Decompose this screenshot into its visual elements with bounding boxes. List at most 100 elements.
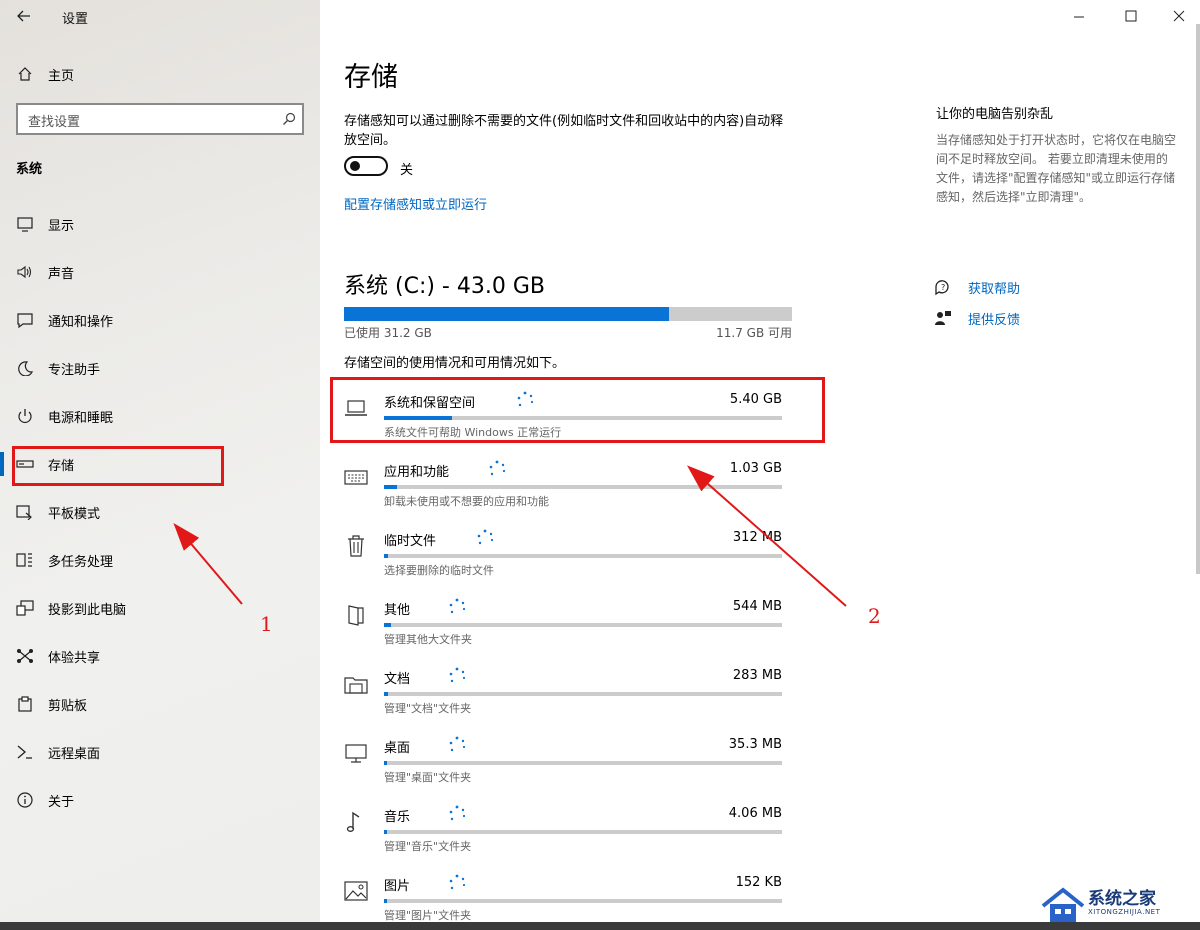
search-input[interactable]: 查找设置 xyxy=(16,103,304,135)
share-icon xyxy=(17,649,33,663)
sidebar-item-display[interactable]: 显示 xyxy=(0,204,320,244)
maximize-button[interactable] xyxy=(1118,4,1144,28)
category-usage-bar xyxy=(384,830,782,834)
drive-usage-fill xyxy=(344,307,670,321)
keyboard-icon xyxy=(344,470,368,485)
category-name: 临时文件 xyxy=(384,534,437,549)
close-icon xyxy=(1173,10,1185,22)
configure-storage-sense-link[interactable]: 配置存储感知或立即运行 xyxy=(344,194,487,213)
sidebar-item-sound[interactable]: 声音 xyxy=(0,252,320,292)
storage-category-trash[interactable]: 临时文件 312 MB 选择要删除的临时文件 xyxy=(340,518,790,587)
category-name: 图片 xyxy=(384,879,411,894)
sidebar-item-label: 电源和睡眠 xyxy=(48,411,114,426)
scrollbar[interactable] xyxy=(1196,24,1200,574)
sidebar-item-label: 远程桌面 xyxy=(48,747,101,762)
maximize-icon xyxy=(1125,10,1137,22)
other-icon xyxy=(348,605,364,626)
category-usage-bar xyxy=(384,554,782,558)
sidebar-item-notification[interactable]: 通知和操作 xyxy=(0,300,320,340)
watermark-main-text: 系统之家 xyxy=(1088,889,1156,909)
sidebar-item-power[interactable]: 电源和睡眠 xyxy=(0,396,320,436)
category-name: 应用和功能 xyxy=(384,465,450,480)
category-size: 283 MB xyxy=(732,668,782,683)
storage-category-keyboard[interactable]: 应用和功能 1.03 GB 卸载未使用或不想要的应用和功能 xyxy=(340,449,790,518)
music-icon xyxy=(346,811,360,832)
category-usage-fill xyxy=(384,692,388,696)
storage-category-documents[interactable]: 文档 283 MB 管理"文档"文件夹 xyxy=(340,656,790,725)
annotation-box-system-category xyxy=(330,377,825,443)
storage-category-music[interactable]: 音乐 4.06 MB 管理"音乐"文件夹 xyxy=(340,794,790,863)
storage-category-other[interactable]: 其他 544 MB 管理其他大文件夹 xyxy=(340,587,790,656)
page-title: 存储 xyxy=(344,62,398,93)
sidebar-item-multitask[interactable]: 多任务处理 xyxy=(0,540,320,580)
category-usage-fill xyxy=(384,830,387,834)
tablet-icon xyxy=(16,505,32,520)
category-description: 管理"文档"文件夹 xyxy=(384,702,472,715)
category-description: 管理"音乐"文件夹 xyxy=(384,840,472,853)
minimize-button[interactable] xyxy=(1066,4,1092,28)
section-title: 系统 xyxy=(16,162,43,177)
app-title: 设置 xyxy=(62,12,89,27)
sidebar-item-label: 显示 xyxy=(48,219,75,234)
category-usage-fill xyxy=(384,623,391,627)
category-size: 4.06 MB xyxy=(728,806,782,821)
feedback-person-icon xyxy=(935,311,951,325)
sidebar-item-moon[interactable]: 专注助手 xyxy=(0,348,320,388)
storage-category-picture[interactable]: 图片 152 KB 管理"图片"文件夹 xyxy=(340,863,790,930)
annotation-label-1: 1 xyxy=(260,612,273,636)
category-usage-fill xyxy=(384,554,388,558)
sidebar-item-label: 关于 xyxy=(48,795,75,810)
sidebar-item-label: 体验共享 xyxy=(48,651,101,666)
category-size: 312 MB xyxy=(732,530,782,545)
info-icon xyxy=(17,792,33,808)
drive-title: 系统 (C:) - 43.0 GB xyxy=(344,274,545,299)
clipboard-icon xyxy=(18,696,32,712)
sidebar-item-label: 多任务处理 xyxy=(48,555,114,570)
loading-spinner-icon xyxy=(449,805,466,821)
taskbar-strip xyxy=(0,922,1200,930)
category-usage-bar xyxy=(384,899,782,903)
back-button[interactable] xyxy=(12,4,36,28)
sidebar-item-info[interactable]: 关于 xyxy=(0,780,320,820)
moon-icon xyxy=(18,361,34,376)
help-chat-icon: ? xyxy=(935,280,949,296)
sidebar-item-remote[interactable]: 远程桌面 xyxy=(0,732,320,772)
category-size: 1.03 GB xyxy=(729,461,782,476)
arrow-left-icon xyxy=(17,10,30,22)
active-indicator xyxy=(0,452,4,476)
sidebar-item-label: 通知和操作 xyxy=(48,315,114,330)
category-description: 卸载未使用或不想要的应用和功能 xyxy=(384,495,549,508)
sidebar-item-home[interactable]: 主页 xyxy=(0,58,320,90)
documents-icon xyxy=(344,677,368,694)
desktop-icon xyxy=(345,744,367,763)
category-usage-bar xyxy=(384,692,782,696)
sidebar-item-tablet[interactable]: 平板模式 xyxy=(0,492,320,532)
category-name: 文档 xyxy=(384,672,411,687)
category-usage-fill xyxy=(384,761,387,765)
storage-sense-description: 存储感知可以通过删除不需要的文件(例如临时文件和回收站中的内容)自动释放空间。 xyxy=(344,114,784,148)
sidebar-item-label: 投影到此电脑 xyxy=(48,603,127,618)
loading-spinner-icon xyxy=(477,529,494,545)
main-content: 存储 存储感知可以通过删除不需要的文件(例如临时文件和回收站中的内容)自动释放空… xyxy=(320,0,1200,930)
category-description: 管理"桌面"文件夹 xyxy=(384,771,472,784)
close-button[interactable] xyxy=(1166,4,1192,28)
storage-sense-toggle[interactable] xyxy=(344,156,388,176)
sidebar-item-label: 专注助手 xyxy=(48,363,101,378)
sidebar-item-label: 声音 xyxy=(48,267,75,282)
trash-icon xyxy=(348,535,364,557)
get-help-label: 获取帮助 xyxy=(968,282,1021,297)
loading-spinner-icon xyxy=(449,598,466,614)
sidebar-item-label: 平板模式 xyxy=(48,507,101,522)
sidebar-item-share[interactable]: 体验共享 xyxy=(0,636,320,676)
usage-description: 存储空间的使用情况和可用情况如下。 xyxy=(344,356,566,371)
category-usage-bar xyxy=(384,485,782,489)
category-usage-fill xyxy=(384,899,387,903)
search-icon xyxy=(283,112,296,125)
search-placeholder: 查找设置 xyxy=(28,115,81,130)
category-usage-bar xyxy=(384,623,782,627)
home-icon xyxy=(18,67,32,81)
sidebar-item-clipboard[interactable]: 剪贴板 xyxy=(0,684,320,724)
storage-category-desktop[interactable]: 桌面 35.3 MB 管理"桌面"文件夹 xyxy=(340,725,790,794)
watermark-house-logo-icon xyxy=(1041,887,1085,922)
side-panel-title: 让你的电脑告别杂乱 xyxy=(936,107,1054,122)
